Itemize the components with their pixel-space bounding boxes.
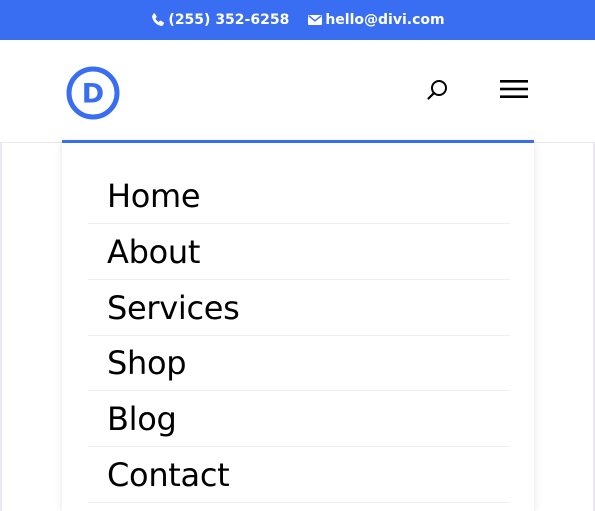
nav-item-services: Services bbox=[88, 281, 510, 336]
envelope-icon bbox=[307, 12, 323, 28]
nav-link-about[interactable]: About bbox=[88, 225, 200, 279]
search-icon[interactable] bbox=[426, 78, 450, 102]
top-bar: (255) 352-6258 hello@divi.com bbox=[0, 0, 595, 40]
phone-number: (255) 352-6258 bbox=[168, 12, 290, 28]
nav-item-home: Home bbox=[88, 169, 510, 224]
page-edge-left bbox=[0, 143, 2, 511]
divi-logo[interactable]: D bbox=[66, 66, 120, 120]
phone-icon bbox=[150, 12, 166, 28]
email-address: hello@divi.com bbox=[325, 12, 445, 28]
nav-item-shop: Shop bbox=[88, 336, 510, 392]
nav-list: Home About Services Shop Blog Contact bbox=[62, 143, 534, 503]
nav-link-home[interactable]: Home bbox=[88, 169, 201, 223]
hamburger-menu-icon[interactable] bbox=[500, 78, 528, 100]
logo-letter: D bbox=[82, 79, 104, 110]
phone-link[interactable]: (255) 352-6258 bbox=[150, 12, 289, 28]
nav-item-about: About bbox=[88, 225, 510, 280]
site-header: D bbox=[0, 40, 595, 143]
email-link[interactable]: hello@divi.com bbox=[307, 12, 445, 28]
mobile-menu-dropdown: Home About Services Shop Blog Contact bbox=[62, 140, 534, 511]
nav-link-blog[interactable]: Blog bbox=[88, 392, 177, 446]
nav-link-services[interactable]: Services bbox=[88, 281, 240, 335]
nav-item-contact: Contact bbox=[88, 448, 510, 503]
nav-item-blog: Blog bbox=[88, 392, 510, 448]
nav-link-shop[interactable]: Shop bbox=[88, 336, 187, 390]
nav-link-contact[interactable]: Contact bbox=[88, 448, 230, 502]
